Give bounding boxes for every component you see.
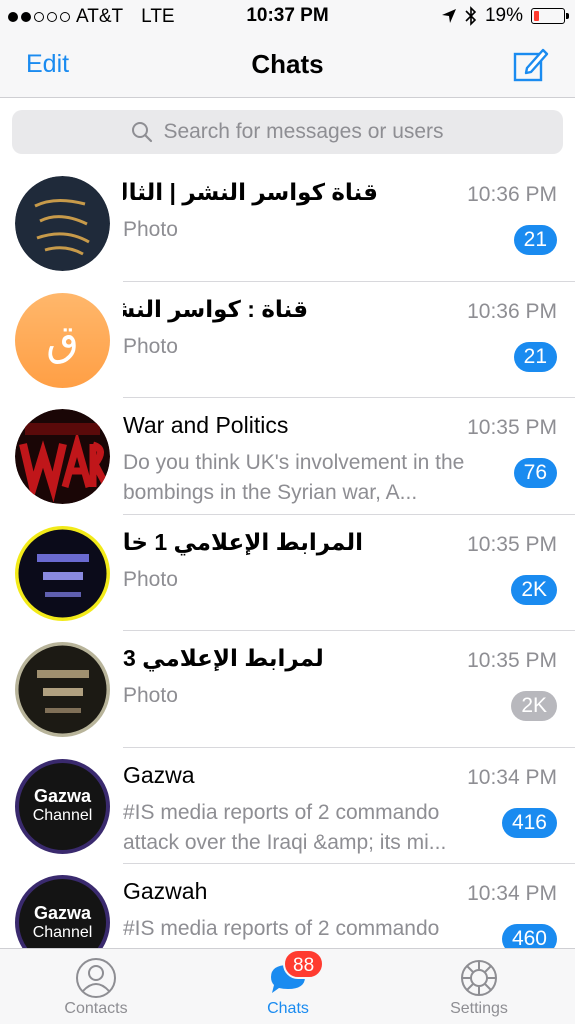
unread-badge: 76 [513,458,557,488]
avatar [15,525,110,621]
chat-preview: Photo [123,684,178,707]
chat-row[interactable]: Gazwa Channel Gazwa 10:34 PM #IS media r… [0,748,575,864]
chat-name: Gazwah [123,878,208,904]
avatar-letter: ق [46,315,79,365]
battery-icon [531,8,569,24]
search-area: Search for messages or users [0,99,575,165]
chat-name: المرابط الإعلامي 1 خاصة [123,528,363,555]
chat-time: 10:34 PM [467,882,557,905]
chat-list: قناة كواسر النشر | الثالثة 10:36 PM Phot… [0,165,575,948]
avatar-text-line: Channel [32,923,93,941]
search-placeholder: Search for messages or users [163,120,444,143]
chat-preview: Photo [123,334,178,358]
settings-icon [461,960,497,996]
location-arrow-icon [441,9,456,23]
unread-badge: 21 [513,341,557,372]
chat-time: 10:35 PM [467,416,557,439]
unread-badge: 2K [511,574,557,605]
navigation-bar: Edit Chats [0,36,575,98]
avatar-text-line: Gazwa [33,902,92,923]
avatar [15,176,110,271]
chat-row[interactable]: المرابط الإعلامي 3 10:35 PM Photo 2K [0,631,575,748]
chat-time: 10:36 PM [467,299,557,323]
chat-time: 10:34 PM [467,765,557,789]
battery-percent: 19% [484,5,523,26]
avatar-text-line: Channel [32,807,93,824]
chat-row[interactable]: المرابط الإعلامي 1 خاصة 10:35 PM Photo 2… [0,515,575,631]
edit-button[interactable]: Edit [26,50,69,79]
chat-name: قناة كواسر النشر | الثالثة [123,179,378,205]
chat-row[interactable]: War and Politics 10:35 PM Do you think U… [0,398,575,515]
chat-time: 10:36 PM [467,183,557,206]
chat-preview: Photo [123,218,178,241]
chat-preview: Do you think UK's involvement in the bom… [123,451,465,504]
chat-name-text: المرابط الإعلامي 3 [123,645,323,671]
chat-name: War and Politics [123,412,289,438]
chat-name: Gazwa [123,761,195,788]
tab-bar: Contacts Chats 88 Settings [0,948,575,1024]
page-title: Chats [251,49,324,79]
tab-settings[interactable]: Settings [383,949,575,1024]
compose-icon[interactable] [513,46,549,82]
search-input[interactable]: Search for messages or users [12,110,563,154]
chat-preview: #IS media reports of 2 commando attack o… [123,917,446,948]
tab-contacts[interactable]: Contacts [0,949,192,1024]
contacts-icon [76,958,116,998]
avatar: Gazwa Channel [15,875,110,948]
search-icon [132,122,153,143]
chat-time: 10:35 PM [467,532,557,556]
tab-label: Settings [450,1000,508,1017]
unread-badge: 21 [513,225,557,255]
tab-label: Contacts [64,1000,128,1017]
chat-row[interactable]: قناة كواسر النشر | الثالثة 10:36 PM Phot… [0,165,575,282]
bluetooth-icon [465,6,477,26]
chat-time: 10:35 PM [467,649,557,672]
unread-badge: 460 [501,924,557,948]
avatar [15,642,110,737]
chat-name: قناة : كواسر النشر [123,295,308,322]
avatar-text-line: Gazwa [33,786,92,806]
chat-preview: Photo [123,567,178,591]
status-bar: AT&T LTE 10:37 PM 19% [0,0,575,36]
status-right: 19% [441,5,569,27]
unread-badge: 416 [501,807,557,838]
chats-unread-badge: 88 [283,949,325,979]
avatar: ق [15,292,110,388]
chat-row[interactable]: ق قناة : كواسر النشر 10:36 PM Photo 21 [0,282,575,398]
chat-preview: #IS media reports of 2 commando attack o… [123,800,447,854]
avatar: Gazwa Channel [15,758,110,854]
unread-badge: 2K [511,691,557,721]
tab-label: Chats [267,1000,309,1017]
chat-row[interactable]: Gazwa Channel Gazwah 10:34 PM #IS media … [0,864,575,948]
chat-name: المرابط الإعلامي 3 [123,645,323,672]
avatar [15,409,110,504]
